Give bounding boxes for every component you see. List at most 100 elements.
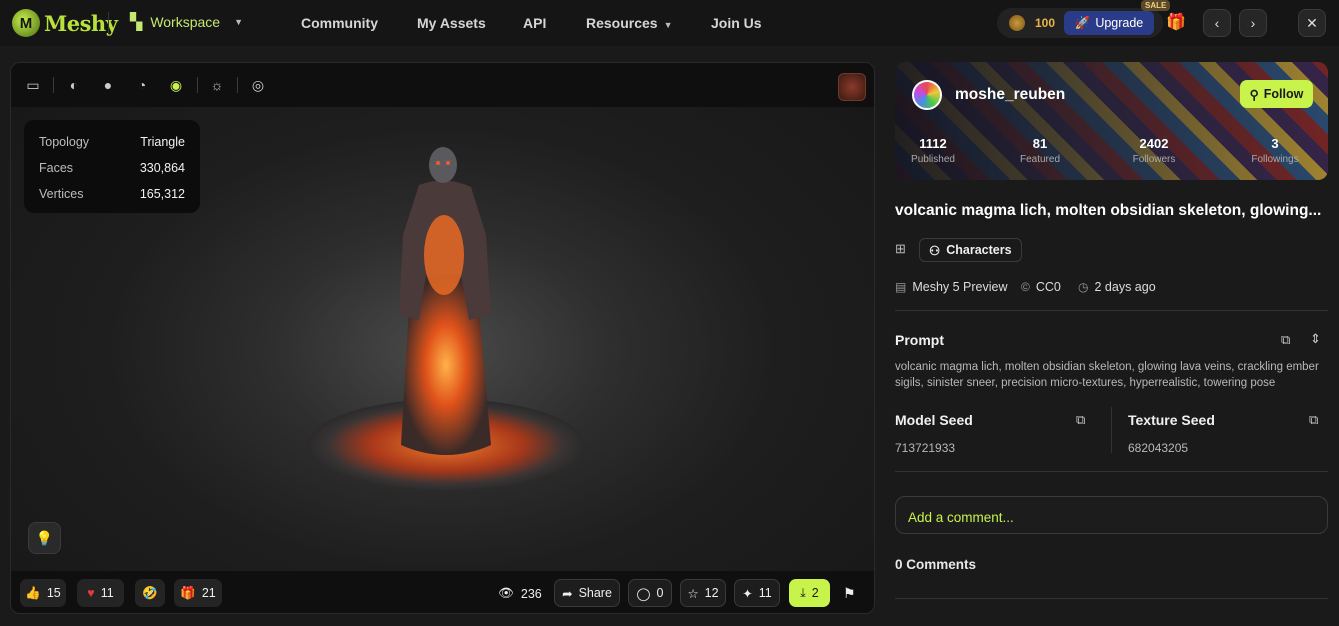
nav-resources[interactable]: Resources ▼	[586, 15, 673, 31]
stat-label: Faces	[39, 161, 74, 175]
clock-icon: ◷	[1078, 280, 1089, 294]
rocket-icon: 🚀	[1074, 15, 1091, 30]
nav-divider	[108, 12, 109, 34]
workspace-menu[interactable]: ▚ Workspace ▼	[130, 12, 243, 32]
divider	[895, 598, 1328, 599]
heart-button[interactable]: ♥ 11	[77, 579, 124, 607]
share-button[interactable]: ➦ Share	[554, 579, 620, 607]
coin-icon	[1009, 15, 1025, 31]
stat-value: 330,864	[139, 161, 185, 175]
star-button[interactable]: ☆ 12	[680, 579, 726, 607]
comments-button[interactable]: ◯ 0	[628, 579, 672, 607]
stat-value: 2402	[1139, 136, 1169, 151]
stat-label: Featured	[1019, 154, 1061, 165]
clay-shading-icon[interactable]: ◔	[134, 77, 150, 93]
stat-label: Followings	[1251, 154, 1299, 165]
prev-model-button[interactable]: ‹	[1203, 9, 1231, 37]
stat-label: Vertices	[39, 187, 84, 201]
eye	[436, 161, 440, 165]
follow-button[interactable]: ⚲ Follow	[1240, 80, 1313, 108]
upgrade-label: Upgrade	[1095, 16, 1144, 30]
like-button[interactable]: 👍 15	[20, 579, 66, 607]
sale-badge: SALE	[1141, 0, 1171, 11]
share-icon: ➦	[562, 586, 573, 601]
meshy-logo[interactable]: M Meshy	[12, 9, 118, 37]
close-icon: ✕	[1306, 14, 1318, 31]
heart-count: 11	[100, 586, 114, 600]
nav-my-assets[interactable]: My Assets	[417, 15, 486, 31]
texture-seed-heading: Texture Seed	[1128, 412, 1215, 428]
environment-globe-icon[interactable]: ◎	[250, 77, 266, 93]
chevron-down-icon: ▼	[234, 17, 244, 27]
lightbulb-icon: 💡	[35, 529, 54, 546]
stat-label: Followers	[1132, 154, 1176, 165]
expand-collapse-icon[interactable]: ⇕	[1310, 331, 1321, 347]
credits-bar: 100 🚀 Upgrade	[997, 8, 1163, 38]
next-model-button[interactable]: ›	[1239, 9, 1267, 37]
download-icon: ⤓	[800, 585, 806, 600]
nav-community[interactable]: Community	[301, 15, 378, 31]
textured-shading-icon[interactable]: ◉	[168, 77, 184, 93]
mesh-stats-panel: Topology Triangle Faces 330,864 Vertices…	[24, 120, 200, 213]
remix-button[interactable]: ✦ 11	[734, 579, 780, 607]
author-banner: moshe_reuben ⚲ Follow 1112 Published 81 F…	[895, 62, 1328, 180]
stat-published[interactable]: 1112 Published	[898, 136, 968, 165]
gift-button[interactable]: 🎁 21	[174, 579, 222, 607]
chevron-down-icon: ▼	[663, 20, 673, 30]
top-navigation: M Meshy ▚ Workspace ▼ Community My Asset…	[0, 0, 1339, 46]
author-username[interactable]: moshe_reuben	[955, 86, 1065, 104]
download-button[interactable]: ⤓ 2	[789, 579, 830, 607]
eye	[446, 161, 450, 165]
view-count-value: 236	[520, 586, 542, 601]
avatar[interactable]	[912, 80, 942, 110]
seed-divider	[1111, 407, 1112, 453]
heart-icon: ♥	[87, 586, 95, 600]
time-label: 2 days ago	[1094, 280, 1156, 294]
skull	[429, 147, 457, 183]
copy-prompt-icon[interactable]: ⧉	[1281, 332, 1290, 348]
light-settings-icon[interactable]: ☼	[209, 77, 225, 93]
viewer-toolbar: ▭ ◐ ● ◔ ◉ ☼ ◎	[11, 63, 874, 107]
comment-input[interactable]: Add a comment...	[895, 496, 1328, 534]
copy-texture-seed-icon[interactable]: ⧉	[1309, 412, 1318, 428]
workspace-grid-icon: ▚	[130, 14, 143, 31]
stat-vertices: Vertices 165,312	[39, 187, 185, 201]
toolbar-divider	[237, 77, 238, 93]
grid-icon[interactable]: ⊞	[895, 241, 906, 257]
stat-followings[interactable]: 3 Followings	[1240, 136, 1310, 165]
copy-model-seed-icon[interactable]: ⧉	[1076, 412, 1085, 428]
model-seed-value: 713721933	[895, 441, 956, 455]
stat-featured[interactable]: 81 Featured	[1005, 136, 1075, 165]
stat-value: Triangle	[140, 135, 185, 149]
category-chip[interactable]: ⚇ Characters	[919, 238, 1022, 262]
workspace-label: Workspace	[150, 14, 221, 30]
monitor-icon[interactable]: ▭	[25, 77, 41, 93]
chevron-right-icon: ›	[1250, 15, 1256, 31]
texture-thumbnail[interactable]	[838, 73, 866, 101]
gift-icon[interactable]: 🎁	[1166, 12, 1186, 32]
comments-count: 0 Comments	[895, 557, 977, 572]
comment-icon: ◯	[636, 586, 651, 601]
chevron-left-icon: ‹	[1214, 15, 1220, 31]
close-button[interactable]: ✕	[1298, 9, 1326, 37]
model-viewer[interactable]: ▭ ◐ ● ◔ ◉ ☼ ◎ Topology Triangle Faces 33…	[10, 62, 875, 614]
lightbulb-button[interactable]: 💡	[28, 522, 61, 554]
stat-value: 165,312	[139, 187, 185, 201]
stat-value: 3	[1271, 136, 1279, 151]
nav-api[interactable]: API	[523, 15, 546, 31]
wireframe-shading-icon[interactable]: ◐	[66, 77, 82, 93]
engine-info: ▤ Meshy 5 Preview	[895, 280, 1008, 294]
license-info: © CC0	[1021, 280, 1061, 294]
texture-seed-value: 682043205	[1128, 441, 1189, 455]
stat-value: 81	[1032, 136, 1048, 151]
category-label: Characters	[946, 243, 1012, 257]
stat-followers[interactable]: 2402 Followers	[1119, 136, 1189, 165]
upgrade-button[interactable]: 🚀 Upgrade	[1064, 11, 1154, 35]
nav-join-us[interactable]: Join Us	[711, 15, 762, 31]
emoji-reaction-button[interactable]: 🤣	[135, 579, 165, 607]
follow-label: Follow	[1263, 87, 1304, 101]
solid-shading-icon[interactable]: ●	[100, 77, 116, 93]
report-flag-icon[interactable]: ⚑	[843, 585, 856, 602]
model-render	[308, 147, 584, 491]
stat-topology: Topology Triangle	[39, 135, 185, 149]
